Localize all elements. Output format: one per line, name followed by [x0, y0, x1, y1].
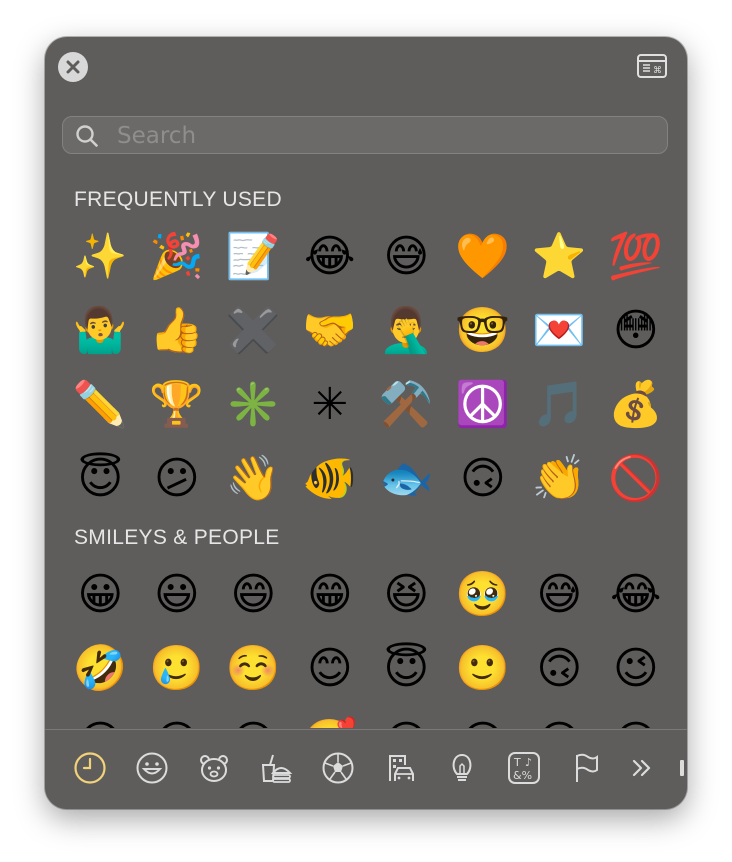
emoji-picker-panel: ⌘ FREQUENTLY USED ✨🎉📝😂😅🧡⭐💯🤷‍♂️👍✖️🤝🤦‍♂️🤓💌…: [45, 37, 687, 809]
emoji-cell[interactable]: ✳️: [215, 368, 292, 442]
emoji-cell[interactable]: 😇: [368, 632, 445, 706]
emoji-cell[interactable]: 🧡: [445, 220, 522, 294]
emoji-cell[interactable]: 😇: [62, 442, 139, 516]
character-viewer-button[interactable]: ⌘: [637, 54, 667, 78]
character-viewer-icon: ⌘: [637, 54, 667, 78]
emoji-cell[interactable]: 🙃: [445, 442, 522, 516]
emoji-cell[interactable]: ☮️: [445, 368, 522, 442]
category-flags[interactable]: [568, 750, 604, 786]
emoji-cell[interactable]: 👏: [521, 442, 598, 516]
emoji-cell[interactable]: 📝: [215, 220, 292, 294]
emoji-cell[interactable]: 😅: [368, 220, 445, 294]
emoji-cell[interactable]: ✳: [292, 368, 369, 442]
emoji-cell[interactable]: 🤷‍♂️: [62, 294, 139, 368]
emoji-cell[interactable]: 👍: [139, 294, 216, 368]
emoji-cell[interactable]: 😅: [521, 558, 598, 632]
emoji-cell[interactable]: 😊: [292, 632, 369, 706]
emoji-cell[interactable]: 🤝: [292, 294, 369, 368]
emoji-cell[interactable]: 🚫: [598, 442, 675, 516]
emoji-cell[interactable]: 🥲: [139, 632, 216, 706]
category-recent[interactable]: [72, 750, 108, 786]
emoji-cell[interactable]: 😍: [215, 706, 292, 729]
emoji-cell[interactable]: 😆: [368, 558, 445, 632]
symbols-icon: T ♪ &%: [508, 752, 540, 784]
emoji-cell[interactable]: ✨: [62, 220, 139, 294]
category-smileys-people[interactable]: [134, 750, 170, 786]
svg-text:&%: &%: [513, 769, 532, 782]
svg-text:T: T: [513, 756, 521, 769]
emoji-cell[interactable]: 😄: [215, 558, 292, 632]
emoji-cell[interactable]: 😛: [139, 706, 216, 729]
smiley-icon: [136, 752, 168, 784]
emoji-cell[interactable]: ⭐: [521, 220, 598, 294]
emoji-cell[interactable]: 💌: [521, 294, 598, 368]
smileys-people-grid: 😀😃😄😁😆🥹😅😂 🤣🥲☺️😊😇🙂🙃😉 😋😛😍🥰😘😗😙😚: [62, 558, 675, 729]
emoji-cell[interactable]: 😋: [62, 706, 139, 729]
emoji-cell[interactable]: 🐟: [368, 442, 445, 516]
category-animals-nature[interactable]: [196, 750, 232, 786]
emoji-cell[interactable]: 🥹: [445, 558, 522, 632]
emoji-cell[interactable]: 🤣: [62, 632, 139, 706]
emoji-cell[interactable]: 💰: [598, 368, 675, 442]
emoji-cell[interactable]: 🙂: [445, 632, 522, 706]
emoji-cell[interactable]: 🎵: [521, 368, 598, 442]
emoji-cell[interactable]: 😘: [368, 706, 445, 729]
close-button[interactable]: [58, 52, 88, 82]
section-title-smileys-people: SMILEYS & PEOPLE: [74, 526, 280, 549]
emoji-cell[interactable]: 😕: [139, 442, 216, 516]
emoji-cell[interactable]: 😙: [521, 706, 598, 729]
emoji-cell[interactable]: 🤓: [445, 294, 522, 368]
category-objects[interactable]: [444, 750, 480, 786]
emoji-cell[interactable]: 🙃: [521, 632, 598, 706]
emoji-cell[interactable]: ✏️: [62, 368, 139, 442]
emoji-cell[interactable]: 🤦‍♂️: [368, 294, 445, 368]
soccer-ball-icon: [322, 752, 354, 784]
emoji-cell[interactable]: 😃: [139, 558, 216, 632]
category-bar: T ♪ &%: [45, 729, 687, 809]
emoji-cell[interactable]: 🐠: [292, 442, 369, 516]
emoji-cell[interactable]: 😳: [598, 294, 675, 368]
clock-icon: [74, 752, 106, 784]
emoji-cell[interactable]: 😚: [598, 706, 675, 729]
emoji-cell[interactable]: ✖️: [215, 294, 292, 368]
emoji-cell[interactable]: 😂: [292, 220, 369, 294]
emoji-cell[interactable]: 😂: [598, 558, 675, 632]
emoji-cell[interactable]: 😁: [292, 558, 369, 632]
close-icon: [66, 60, 80, 74]
emoji-cell[interactable]: ⚒️: [368, 368, 445, 442]
frequently-used-grid: ✨ 🎉 📝 😂 😅 🧡 ⭐ 💯 🤷‍♂️ 👍 ✖️ 🤝 🤦‍♂️ 🤓 💌 😳 ✏️ 🏆 ✳️ ✳ ⚒️ ☮️ 🎵 💰 😇 😕 👋 🐠 🐟…: [62, 220, 674, 516]
emoji-cell[interactable]: 💯: [598, 220, 675, 294]
section-title-frequently-used: FREQUENTLY USED: [74, 188, 282, 211]
category-food-drink[interactable]: [258, 750, 294, 786]
emoji-cell[interactable]: 👋: [215, 442, 292, 516]
svg-text:⌘: ⌘: [653, 66, 662, 76]
emoji-cell[interactable]: 🥰: [292, 706, 369, 729]
search-field[interactable]: [62, 116, 668, 155]
emoji-cell[interactable]: 🎉: [139, 220, 216, 294]
emoji-cell[interactable]: 😗: [445, 706, 522, 729]
category-activity[interactable]: [320, 750, 356, 786]
category-travel-places[interactable]: [382, 750, 418, 786]
lightbulb-icon: [452, 753, 472, 781]
search-input[interactable]: [115, 117, 659, 155]
flag-icon: [576, 753, 598, 782]
emoji-cell[interactable]: 😀: [62, 558, 139, 632]
burger-drink-icon: [261, 754, 293, 783]
search-icon: [76, 125, 98, 147]
category-more[interactable]: [624, 750, 660, 786]
category-symbols[interactable]: T ♪ &%: [506, 750, 542, 786]
svg-text:♪: ♪: [525, 756, 532, 769]
double-chevron-right-icon: [632, 759, 651, 777]
emoji-cell[interactable]: 🏆: [139, 368, 216, 442]
bear-icon: [200, 755, 228, 782]
emoji-cell[interactable]: ☺️: [215, 632, 292, 706]
building-car-icon: [389, 755, 414, 781]
emoji-cell[interactable]: 😉: [598, 632, 675, 706]
scroll-edge-indicator: [680, 760, 684, 776]
